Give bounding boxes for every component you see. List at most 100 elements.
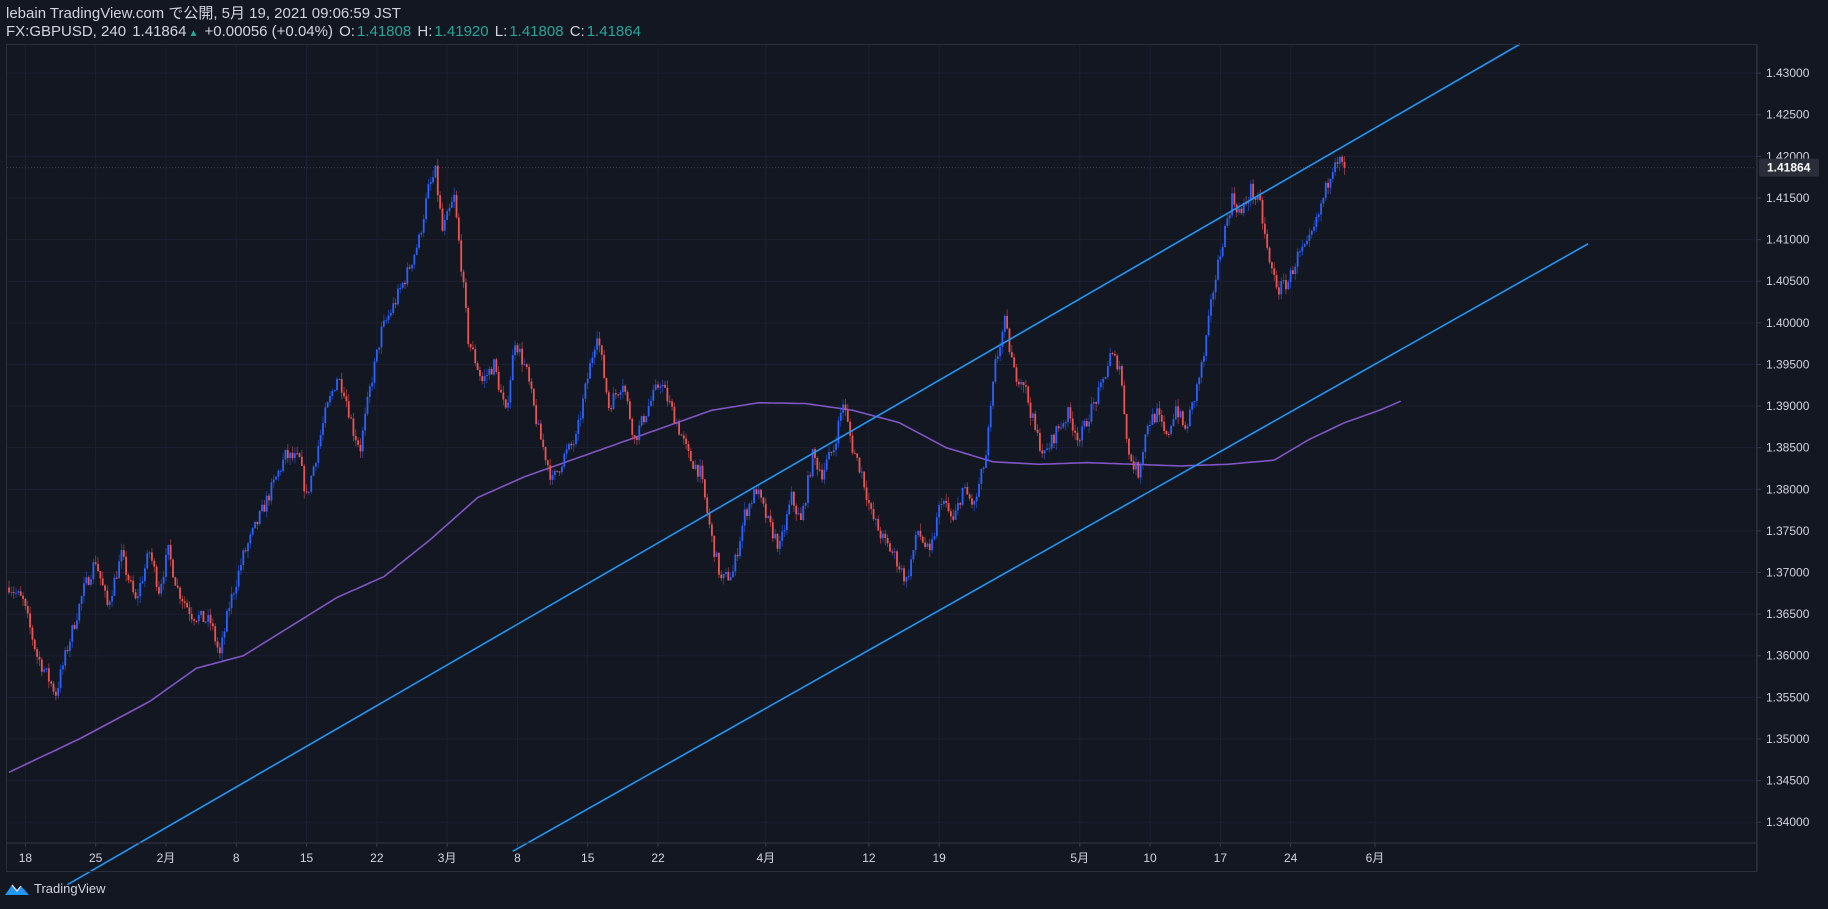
candle-body xyxy=(1050,434,1053,449)
candle-body xyxy=(539,423,542,440)
candle-body xyxy=(1306,240,1308,245)
candle-body xyxy=(1118,366,1121,370)
candle-body xyxy=(357,440,360,445)
candle-body xyxy=(1240,208,1243,214)
candle-body xyxy=(800,513,802,520)
candle-body xyxy=(928,543,931,551)
candle-body xyxy=(52,683,55,692)
candle-body xyxy=(750,503,753,505)
candle-body xyxy=(1238,208,1240,213)
candle-body xyxy=(1113,353,1116,356)
candle-body xyxy=(507,402,509,408)
candle-body xyxy=(324,407,327,424)
candle-body xyxy=(882,533,884,539)
chart-background xyxy=(0,0,1828,909)
candle-body xyxy=(172,559,174,578)
candle-body xyxy=(296,453,299,455)
candle-body xyxy=(718,552,720,575)
candle-body xyxy=(586,378,589,384)
candle-body xyxy=(493,359,495,375)
candle-body xyxy=(809,475,812,477)
candle-body xyxy=(610,408,613,410)
candle-body xyxy=(1252,183,1255,198)
low-value: 1.41808 xyxy=(509,23,564,40)
candle-body xyxy=(921,536,924,543)
candle-body xyxy=(673,406,676,425)
candle-body xyxy=(1146,425,1149,435)
candle-body xyxy=(413,254,416,265)
candle-body xyxy=(233,593,235,595)
candle-body xyxy=(1214,279,1217,293)
time-tick-label: 8 xyxy=(233,851,240,865)
candle-body xyxy=(837,420,840,444)
candle-body xyxy=(350,417,352,419)
candle-body xyxy=(1336,162,1339,164)
candle-body xyxy=(286,449,289,459)
candle-body xyxy=(483,375,486,382)
candle-body xyxy=(785,514,788,531)
candle xyxy=(1116,353,1119,372)
candle xyxy=(258,509,261,526)
candle-body xyxy=(1186,426,1189,429)
candle-body xyxy=(757,489,760,495)
candle-body xyxy=(940,504,943,506)
candle-body xyxy=(240,565,242,571)
candle-body xyxy=(982,467,985,470)
candle-body xyxy=(10,592,13,594)
candle-body xyxy=(218,647,221,654)
candle-body xyxy=(176,585,179,588)
candle-body xyxy=(842,404,845,413)
candle-body xyxy=(382,320,385,327)
candle-body xyxy=(289,452,292,459)
candle-body xyxy=(725,571,727,574)
candle-body xyxy=(1132,461,1135,470)
candle-body xyxy=(1210,299,1212,316)
candle-body xyxy=(19,591,22,596)
candle-body xyxy=(994,359,997,382)
candle-body xyxy=(546,460,549,466)
candle xyxy=(434,165,437,179)
candle-body xyxy=(1078,440,1081,442)
candle-body xyxy=(108,601,111,605)
candle-body xyxy=(591,357,594,364)
candle-body xyxy=(443,219,446,231)
candle-body xyxy=(380,326,383,348)
candle-body xyxy=(115,577,118,579)
candle-body xyxy=(865,487,868,501)
candle-body xyxy=(856,453,859,458)
candle-body xyxy=(179,587,181,599)
candle-body xyxy=(1289,270,1292,282)
candle-body xyxy=(333,390,336,392)
candle-body xyxy=(687,443,690,451)
candle-body xyxy=(181,598,184,602)
footer-brand[interactable]: TradingView xyxy=(4,881,106,896)
candle-body xyxy=(132,580,135,593)
candle-body xyxy=(575,434,577,445)
candle-body xyxy=(167,544,170,555)
candle-body xyxy=(666,387,669,402)
time-tick-label: 6月 xyxy=(1366,851,1385,865)
price-chart[interactable]: 1.430001.425001.420001.415001.410001.405… xyxy=(0,0,1828,909)
candle-body xyxy=(436,165,439,196)
price-tick-label: 1.40500 xyxy=(1766,274,1810,288)
candle-body xyxy=(122,550,125,557)
candle-body xyxy=(1046,448,1048,451)
candle-body xyxy=(12,592,15,594)
candle-body xyxy=(636,437,638,440)
candle-body xyxy=(1135,462,1137,470)
candle-body xyxy=(378,347,381,350)
candle-body xyxy=(643,416,645,423)
candle-body xyxy=(814,449,816,459)
candle-body xyxy=(139,583,142,597)
candle-body xyxy=(694,464,697,469)
candle-body xyxy=(1292,270,1294,275)
candle-body xyxy=(1331,172,1334,179)
time-tick-label: 15 xyxy=(300,851,314,865)
candle-body xyxy=(169,544,172,560)
time-tick-label: 22 xyxy=(651,851,665,865)
candle-body xyxy=(387,315,390,321)
candle-body xyxy=(1106,366,1109,377)
candle-body xyxy=(985,455,987,468)
price-tick-label: 1.39500 xyxy=(1766,357,1810,371)
candle-body xyxy=(54,691,57,696)
